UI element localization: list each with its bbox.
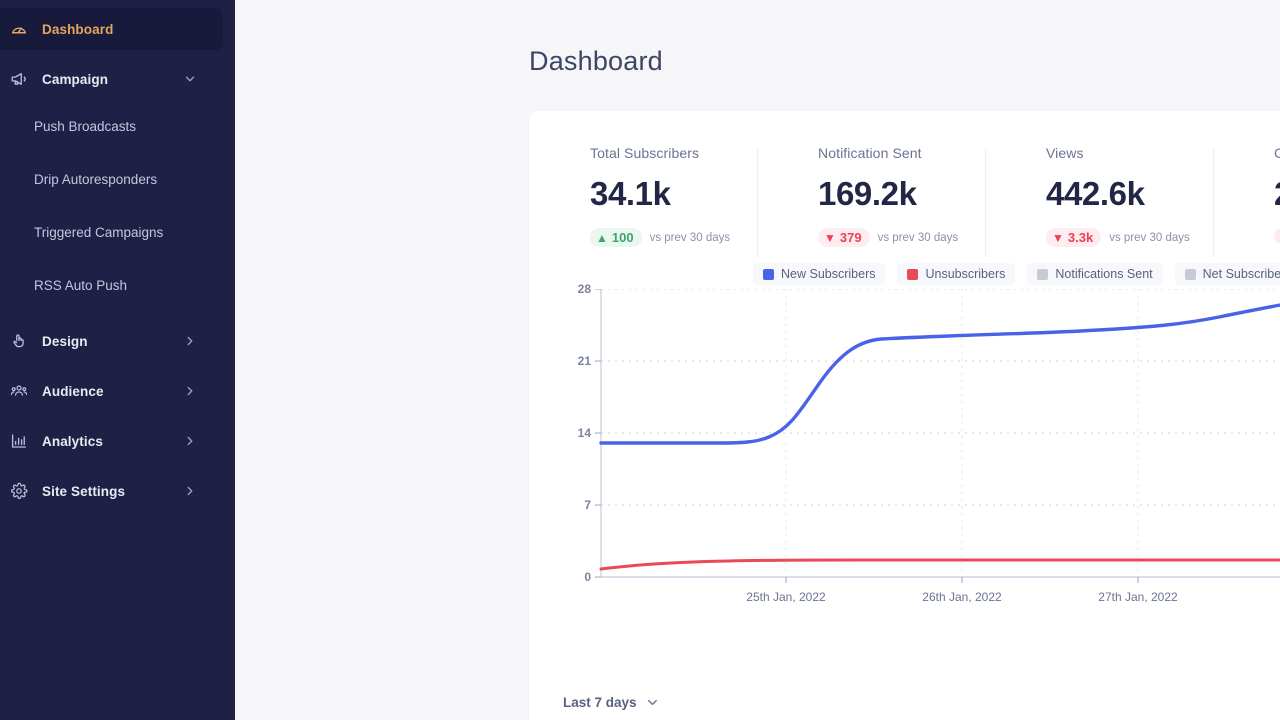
stat-note: vs prev 30 days: [1109, 231, 1190, 244]
sidebar-item-label: Dashboard: [42, 21, 114, 37]
date-range-selector[interactable]: Last 7 days: [563, 695, 660, 710]
sidebar-item-analytics[interactable]: Analytics: [0, 420, 223, 462]
x-axis-tick-label: 26th Jan, 2022: [922, 590, 1002, 604]
chart-plot-area: [595, 289, 1280, 583]
stat-note: vs prev 30 days: [877, 231, 959, 244]
series-line-unsubscribers: [599, 558, 1280, 571]
stat-delta: 3.3k: [1067, 230, 1094, 245]
stat-footer: ▼ 379 vs prev 30 days: [818, 228, 985, 247]
stat-label: C: [1274, 145, 1280, 161]
legend-item-unsubscribers[interactable]: Unsubscribers: [897, 263, 1016, 285]
legend-item-new-subscribers[interactable]: New Subscribers: [753, 263, 886, 285]
sidebar-subitem-label: Push Broadcasts: [34, 119, 137, 134]
stat-value: 34.1k: [590, 175, 671, 212]
sidebar-item-label: Site Settings: [42, 483, 126, 499]
status-badge: ▲ 100: [590, 228, 642, 247]
sidebar-item-label: Design: [42, 333, 88, 349]
legend-swatch-unsubscribers: [907, 268, 919, 280]
stat-card-views: Views 442.6k ▼ 3.3k vs prev 30 days: [985, 145, 1213, 259]
gauge-icon: [8, 18, 30, 40]
stat-card-clipped: C 2 ▼: [1213, 145, 1280, 259]
legend-label: New Subscribers: [781, 267, 876, 281]
sidebar-item-label: Audience: [42, 383, 104, 399]
sidebar-item-label: Campaign: [42, 71, 109, 87]
stat-footer: ▲ 100 vs prev 30 days: [590, 228, 757, 247]
stat-note: vs prev 30 days: [649, 231, 731, 244]
series-line-new-subscribers: [599, 303, 1280, 445]
sidebar-item-label: Analytics: [42, 433, 103, 449]
arrow-down-icon: ▼: [1052, 230, 1064, 245]
sidebar-subitem-label: RSS Auto Push: [34, 278, 128, 293]
legend-label: Notifications Sent: [1055, 267, 1153, 281]
chart-legend: New Subscribers Unsubscribers Notificati…: [529, 259, 1280, 289]
chevron-down-icon: [645, 695, 660, 710]
axis-ticks: [595, 289, 1139, 583]
sidebar-item-design[interactable]: Design: [0, 320, 223, 362]
line-chart: 28 21 14 7 0 25th Jan, 2022 26th Jan, 20…: [529, 282, 1280, 619]
horizontal-gridlines: [601, 289, 1280, 506]
sidebar-subitem-label: Drip Autoresponders: [34, 172, 158, 187]
sidebar: Dashboard Campaign Push Broadcasts Drip …: [0, 0, 235, 720]
legend-swatch-new-subscribers: [763, 268, 774, 280]
sidebar-item-audience[interactable]: Audience: [0, 370, 223, 412]
gear-icon: [8, 480, 30, 502]
stats-row: Total Subscribers 34.1k ▲ 100 vs prev 30…: [529, 111, 1280, 259]
dashboard-app: Dashboard Campaign Push Broadcasts Drip …: [0, 0, 1280, 720]
sidebar-subitem-label: Triggered Campaigns: [34, 225, 164, 240]
sidebar-subitem-rss-auto-push[interactable]: RSS Auto Push: [0, 259, 235, 312]
stat-label: Views: [1046, 145, 1084, 161]
main-content: Dashboard Total Subscribers 34.1k ▲ 100 …: [235, 0, 1280, 720]
legend-item-net-subscribers-sent[interactable]: Net Subscribers Sent: [1174, 263, 1280, 285]
stat-value: 169.2k: [818, 175, 917, 212]
status-badge: ▼ 379: [818, 228, 870, 247]
legend-label: Unsubscribers: [925, 267, 1006, 281]
page-title: Dashboard: [529, 46, 663, 76]
stat-delta: 379: [839, 230, 862, 245]
status-badge: ▼: [1274, 228, 1280, 244]
stat-card-notification-sent: Notification Sent 169.2k ▼ 379 vs prev 3…: [757, 145, 985, 259]
sidebar-item-dashboard[interactable]: Dashboard: [0, 8, 223, 50]
sidebar-item-campaign[interactable]: Campaign: [0, 58, 223, 100]
chevron-down-icon: [183, 72, 197, 86]
sidebar-item-site-settings[interactable]: Site Settings: [0, 470, 223, 512]
megaphone-icon: [8, 68, 30, 90]
bar-chart-icon: [8, 430, 30, 452]
legend-swatch-net-subscribers-sent: [1184, 268, 1196, 280]
stat-value: 2: [1274, 175, 1280, 213]
sidebar-subitem-drip-autoresponders[interactable]: Drip Autoresponders: [0, 153, 235, 206]
arrow-up-icon: ▲: [596, 230, 608, 245]
stat-card-total-subscribers: Total Subscribers 34.1k ▲ 100 vs prev 30…: [529, 145, 757, 259]
stat-footer: ▼ 3.3k vs prev 30 days: [1046, 228, 1213, 247]
status-badge: ▼ 3.3k: [1046, 228, 1102, 247]
hand-pointer-icon: [8, 330, 30, 352]
x-axis-tick-label: 25th Jan, 2022: [746, 590, 826, 604]
date-range-label: Last 7 days: [563, 695, 637, 710]
chevron-right-icon: [183, 484, 197, 498]
chevron-right-icon: [183, 434, 197, 448]
stat-label: Notification Sent: [818, 145, 922, 161]
sidebar-subitem-push-broadcasts[interactable]: Push Broadcasts: [0, 100, 235, 153]
stat-value: 442.6k: [1046, 175, 1145, 212]
legend-item-notifications-sent[interactable]: Notifications Sent: [1027, 263, 1163, 285]
users-icon: [8, 380, 30, 402]
dashboard-card: Total Subscribers 34.1k ▲ 100 vs prev 30…: [529, 111, 1280, 720]
chevron-right-icon: [183, 334, 197, 348]
stat-label: Total Subscribers: [590, 145, 700, 161]
x-axis-tick-label: 27th Jan, 2022: [1098, 590, 1178, 604]
chevron-right-icon: [183, 384, 197, 398]
sidebar-subitem-triggered-campaigns[interactable]: Triggered Campaigns: [0, 206, 235, 259]
legend-label: Net Subscribers Sent: [1202, 267, 1280, 281]
arrow-down-icon: ▼: [824, 230, 836, 245]
stat-footer: ▼: [1274, 228, 1280, 244]
stat-delta: 100: [611, 230, 634, 245]
legend-swatch-notifications-sent: [1037, 268, 1049, 280]
